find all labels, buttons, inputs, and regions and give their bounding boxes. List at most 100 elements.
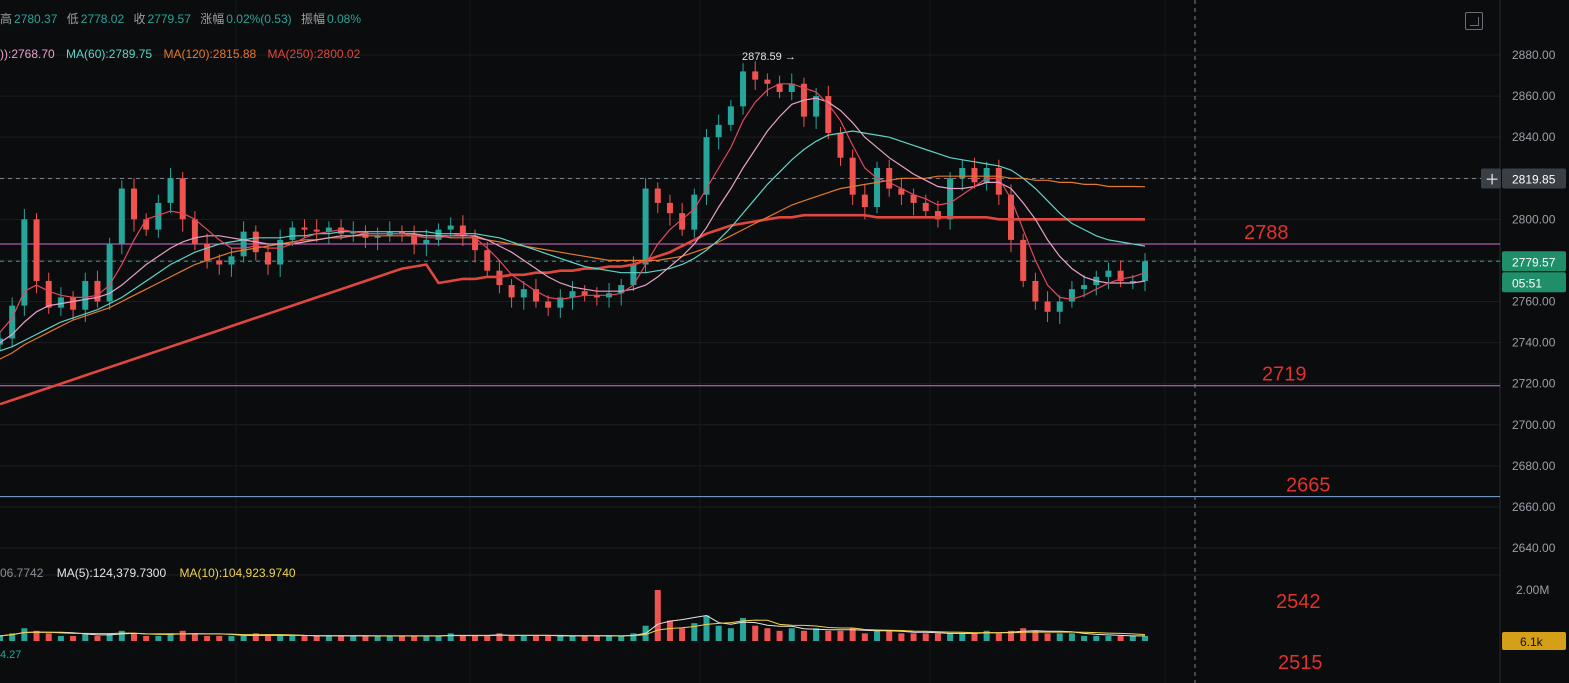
volume-legend-1: MA(5):124,379.7300 [56,566,167,580]
ma-legend-0: )):2768.70 [0,47,55,61]
candle-body-43 [520,289,527,298]
volume-bar-67 [813,628,820,641]
volume-bar-28 [338,635,345,641]
volume-bar-74 [898,633,905,641]
volume-bar-80 [971,633,978,641]
volume-bar-69 [837,630,844,641]
candle-body-94 [1142,261,1148,281]
y-tick-label-8: 2720.00 [1512,377,1556,391]
volume-bar-6 [70,635,77,641]
volume-legend: 06.7742 MA(5):124,379.7300 MA(10):104,92… [0,566,306,580]
candle-body-30 [362,231,369,238]
volume-bar-43 [520,635,527,641]
candle-body-84 [1020,239,1027,281]
change-value: 0.02%(0.53) [226,12,292,26]
volume-bar-77 [934,633,941,641]
volume-bar-72 [874,630,881,641]
volume-bar-45 [545,635,552,641]
candle-body-20 [240,231,247,257]
candlestick-chart[interactable]: 2880.002860.002840.002820.002800.002780.… [0,0,1569,683]
volume-bar-82 [995,633,1002,641]
y-tick-label-1: 2860.00 [1512,89,1556,103]
candle-body-5 [57,297,64,308]
volume-bar-4 [45,633,52,641]
candle-body-54 [654,188,661,203]
level-label-2515: 2515 [1278,652,1323,674]
volume-bar-0 [0,635,3,641]
candle-body-69 [837,133,844,158]
volume-bar-11 [130,633,137,641]
volume-bar-86 [1044,633,1051,641]
volume-bar-38 [459,635,466,641]
volume-bar-5 [57,635,64,641]
peak-annotation: 2878.59 → [742,51,796,63]
change-label: 涨幅 [200,12,225,26]
candle-body-59 [715,124,722,138]
candle-body-85 [1032,280,1039,302]
candle-body-70 [849,157,856,195]
candle-body-63 [764,79,771,84]
ma-legend-2: MA(120):2815.88 [163,47,257,61]
volume-bar-89 [1081,635,1088,641]
volume-bar-39 [472,635,479,641]
volume-bar-13 [155,635,162,641]
level-label-2542: 2542 [1276,591,1321,613]
low-label: 低 [66,12,79,26]
volume-bar-26 [313,635,320,641]
expand-icon[interactable] [1465,12,1483,30]
candle-body-45 [545,301,552,308]
level-label-2665: 2665 [1286,475,1331,497]
candle-body-17 [204,243,211,261]
y-tick-label-9: 2700.00 [1512,418,1556,432]
volume-bar-73 [886,630,893,641]
candle-body-18 [216,260,223,265]
volume-bar-27 [325,635,332,641]
candle-body-73 [886,167,893,189]
volume-bar-37 [447,633,454,641]
volume-bar-25 [301,635,308,641]
candle-body-80 [971,167,978,183]
candle-body-24 [289,227,296,240]
candle-body-4 [45,280,52,308]
y-tick-label-2: 2840.00 [1512,130,1556,144]
volume-bar-15 [179,630,186,641]
volume-legend-2: MA(10):104,923.9740 [179,566,296,580]
candle-body-28 [338,227,345,234]
volume-last-tag: 6.1k [1520,635,1544,649]
volume-bar-92 [1117,635,1124,641]
candle-body-42 [508,285,515,298]
candle-body-10 [118,188,125,244]
candle-body-60 [727,106,734,125]
volume-bar-48 [581,635,588,641]
add-level-plus-icon: + [1485,170,1499,190]
high-label: 高 [0,12,13,26]
candle-body-57 [691,194,698,230]
ohlc-readout: 高 2780.37 低 2778.02 收 2779.57 涨幅 0.02%(0.53)… [0,10,367,27]
close-label: 收 [133,12,146,26]
candle-body-62 [752,71,759,80]
volume-bar-40 [484,635,491,641]
volume-bar-10 [118,630,125,641]
candle-body-11 [130,188,137,220]
volume-bar-76 [922,633,929,641]
volume-bar-2 [21,628,28,641]
candle-body-55 [666,202,673,214]
low-value: 2778.02 [80,12,125,26]
volume-bar-68 [825,630,832,641]
volume-bar-88 [1068,633,1075,641]
volume-bar-18 [216,635,223,641]
volume-bar-93 [1129,635,1136,641]
level-label-2788: 2788 [1244,222,1289,244]
y-tick-label-4: 2800.00 [1512,212,1556,226]
volume-bar-36 [435,635,442,641]
volume-bar-20 [240,635,247,641]
volume-bar-47 [569,635,576,641]
candle-body-53 [642,188,649,265]
candle-body-91 [1105,270,1112,277]
volume-bar-30 [362,635,369,641]
volume-bar-44 [532,635,539,641]
candle-body-72 [874,167,881,208]
volume-bar-63 [764,628,771,641]
volume-axis-tick: 2.00M [1516,583,1549,597]
countdown-tag: 05:51 [1512,276,1542,290]
